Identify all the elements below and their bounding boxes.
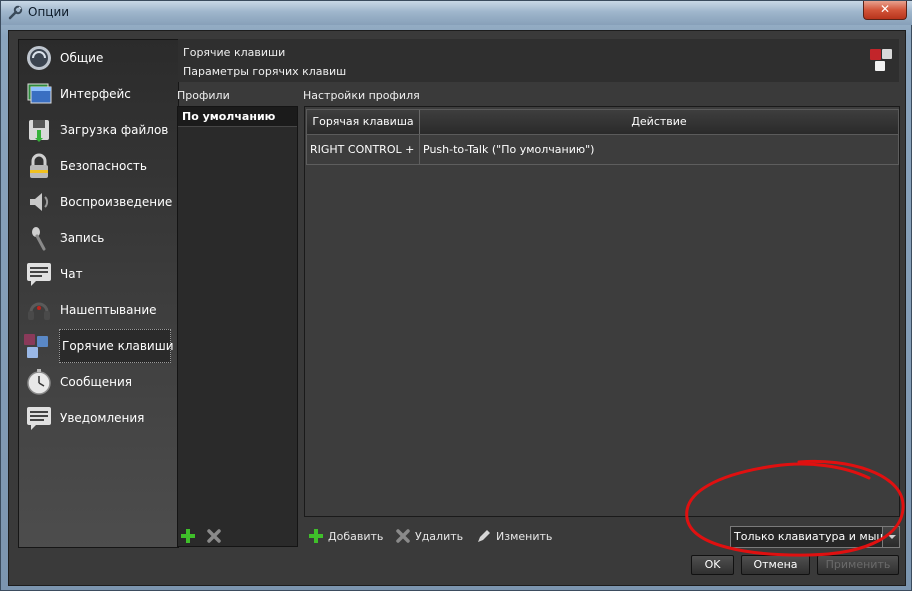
window-title: Опции [28, 5, 70, 19]
hotkeys-table[interactable]: Горячая клавиша Действие RIGHT CONTROL +… [304, 106, 900, 517]
page-title: Горячие клавиши [183, 46, 286, 59]
category-notifications[interactable]: Уведомления [22, 401, 175, 435]
profiles-label: Профили [177, 89, 230, 102]
category-label: Горячие клавиши [62, 339, 174, 353]
remove-profile-icon[interactable] [206, 528, 222, 544]
remove-hotkey-button[interactable]: Удалить [395, 528, 463, 544]
category-label: Безопасность [60, 159, 147, 173]
table-header: Горячая клавиша Действие [306, 109, 899, 135]
category-label: Интерфейс [60, 87, 131, 101]
title-bar[interactable]: Опции ✕ [1, 1, 912, 25]
page-subtitle: Параметры горячих клавиш [183, 65, 347, 78]
microphone-icon [32, 227, 46, 251]
edit-label: Изменить [496, 529, 553, 543]
category-playback[interactable]: Воспроизведение [22, 185, 175, 219]
page-header: Горячие клавиши Параметры горячих клавиш [178, 39, 899, 82]
device-filter-value: Только клавиатура и мышка [734, 530, 900, 543]
action-cell: Push-to-Talk ("По умолчанию") [423, 143, 595, 156]
category-label: Сообщения [60, 375, 133, 389]
general-icon [27, 46, 51, 70]
category-label: Уведомления [60, 411, 145, 425]
category-label: Нашептывание [60, 303, 157, 317]
category-label: Загрузка файлов [60, 123, 169, 137]
profile-settings-label: Настройки профиля [303, 89, 420, 102]
category-recording[interactable]: Запись [22, 221, 175, 255]
category-general[interactable]: Общие [22, 41, 175, 75]
file-download-icon [29, 120, 49, 142]
close-icon: ✕ [879, 2, 891, 16]
category-chat[interactable]: Чат [22, 257, 175, 291]
cancel-button[interactable]: Отмена [741, 555, 810, 575]
profiles-list[interactable]: По умолчанию [177, 106, 298, 547]
category-whisper[interactable]: Нашептывание [22, 293, 175, 327]
wrench-icon [8, 5, 23, 20]
window-frame: Опции ✕ Общие Интерфейс Загрузка файлов … [0, 0, 912, 591]
add-label: Добавить [328, 529, 384, 543]
headset-icon [28, 302, 50, 320]
category-list[interactable]: Общие Интерфейс Загрузка файлов Безопасн… [18, 39, 179, 548]
hotkey-cell: RIGHT CONTROL + [307, 135, 420, 164]
category-label: Запись [60, 231, 105, 245]
add-profile-icon[interactable] [180, 528, 196, 544]
add-hotkey-button[interactable]: Добавить [308, 528, 383, 544]
stopwatch-icon [27, 369, 51, 395]
edit-hotkey-button[interactable]: Изменить [476, 528, 552, 544]
column-header-action[interactable]: Действие [420, 110, 898, 134]
category-interface[interactable]: Интерфейс [22, 77, 175, 111]
table-row[interactable]: RIGHT CONTROL + Push-to-Talk ("По умолча… [306, 135, 899, 165]
category-hotkeys[interactable]: Горячие клавиши [24, 329, 174, 363]
apply-button[interactable]: Применить [817, 555, 899, 575]
delete-icon [396, 529, 410, 543]
notifications-icon [27, 407, 51, 430]
options-dialog: Общие Интерфейс Загрузка файлов Безопасн… [8, 30, 906, 586]
chevron-down-icon[interactable] [882, 527, 899, 547]
category-label: Чат [60, 267, 83, 281]
interface-icon [27, 83, 52, 104]
hotkeys-icon [870, 49, 892, 71]
remove-label: Удалить [415, 529, 464, 543]
ok-button[interactable]: OK [691, 555, 734, 575]
lock-icon [30, 153, 48, 178]
hotkeys-icon [24, 334, 48, 358]
plus-icon [309, 529, 323, 543]
category-label: Общие [60, 51, 104, 65]
chat-icon [27, 263, 51, 286]
list-item[interactable]: По умолчанию [178, 107, 297, 127]
category-label: Воспроизведение [60, 195, 173, 209]
device-filter-select[interactable]: Только клавиатура и мышка [730, 526, 900, 548]
pencil-icon [478, 530, 490, 542]
column-header-hotkey[interactable]: Горячая клавиша [307, 110, 420, 134]
category-security[interactable]: Безопасность [22, 149, 175, 183]
category-messages[interactable]: Сообщения [22, 365, 175, 399]
speaker-icon [30, 193, 49, 211]
close-button[interactable]: ✕ [863, 1, 907, 20]
category-file-download[interactable]: Загрузка файлов [22, 113, 175, 147]
